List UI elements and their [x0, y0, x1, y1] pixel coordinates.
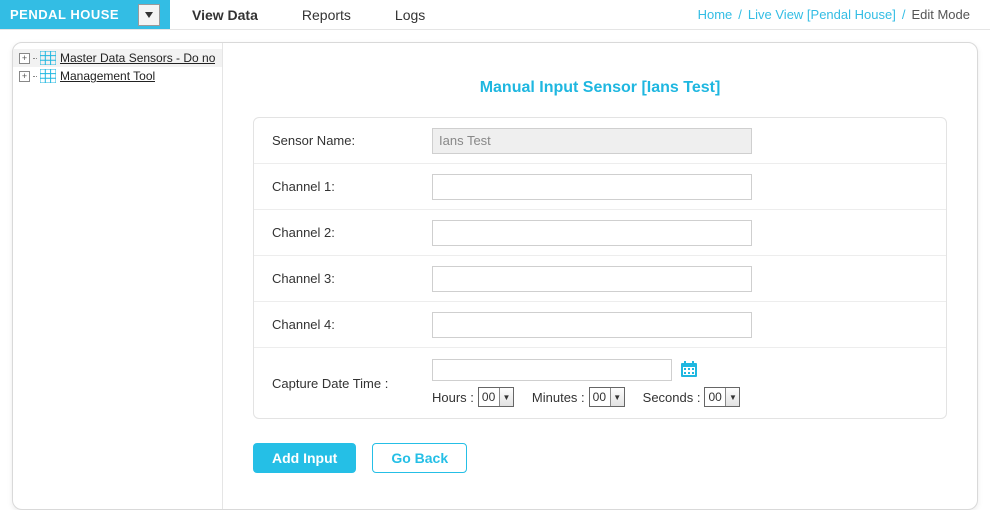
label-minutes: Minutes : [532, 390, 585, 405]
top-bar: PENDAL HOUSE View Data Reports Logs Home… [0, 0, 990, 30]
house-selector[interactable]: PENDAL HOUSE [0, 0, 170, 29]
row-channel-2: Channel 2: [254, 210, 946, 256]
select-seconds-value: 00 [708, 390, 721, 404]
label-channel-1: Channel 1: [272, 179, 432, 194]
label-capture-date-time: Capture Date Time : [272, 376, 432, 391]
add-input-button[interactable]: Add Input [253, 443, 356, 473]
nav-view-data[interactable]: View Data [170, 0, 280, 29]
input-capture-date[interactable] [432, 359, 672, 381]
input-channel-1[interactable] [432, 174, 752, 200]
breadcrumb-home[interactable]: Home [698, 7, 733, 22]
label-channel-4: Channel 4: [272, 317, 432, 332]
label-hours: Hours : [432, 390, 474, 405]
tree-item-label: Master Data Sensors - Do no [60, 51, 215, 65]
tree-connector [33, 76, 37, 77]
expand-icon[interactable]: + [19, 71, 30, 82]
chevron-down-icon: ▼ [499, 388, 513, 406]
tree-item-label: Management Tool [60, 69, 155, 83]
chevron-down-icon: ▼ [610, 388, 624, 406]
label-seconds: Seconds : [643, 390, 701, 405]
row-capture-date-time: Capture Date Time : [254, 348, 946, 418]
select-hours[interactable]: 00 ▼ [478, 387, 514, 407]
grid-icon [40, 69, 56, 83]
breadcrumb-sep: / [738, 7, 742, 22]
select-hours-value: 00 [482, 390, 495, 404]
sidebar-tree: + Master Data Sensors - Do no + [13, 43, 223, 509]
chevron-down-icon[interactable] [138, 4, 160, 26]
input-channel-3[interactable] [432, 266, 752, 292]
nav-logs[interactable]: Logs [373, 0, 447, 29]
content-panel: + Master Data Sensors - Do no + [12, 42, 978, 510]
row-channel-1: Channel 1: [254, 164, 946, 210]
house-selector-label: PENDAL HOUSE [10, 7, 119, 22]
row-channel-3: Channel 3: [254, 256, 946, 302]
main-area: Manual Input Sensor [Ians Test] Sensor N… [223, 43, 977, 509]
tree-item-master-data-sensors[interactable]: + Master Data Sensors - Do no [13, 49, 222, 67]
label-channel-2: Channel 2: [272, 225, 432, 240]
breadcrumb-current: Edit Mode [911, 7, 970, 22]
breadcrumb-sep: / [902, 7, 906, 22]
main-nav: View Data Reports Logs [170, 0, 447, 29]
input-channel-4[interactable] [432, 312, 752, 338]
form-buttons: Add Input Go Back [253, 443, 947, 473]
breadcrumb: Home / Live View [Pendal House] / Edit M… [698, 0, 970, 29]
grid-icon [40, 51, 56, 65]
tree-connector [33, 58, 37, 59]
chevron-down-icon: ▼ [725, 388, 739, 406]
label-channel-3: Channel 3: [272, 271, 432, 286]
tree-item-management-tool[interactable]: + Management Tool [13, 67, 222, 85]
label-sensor-name: Sensor Name: [272, 133, 432, 148]
input-channel-2[interactable] [432, 220, 752, 246]
input-sensor-name[interactable] [432, 128, 752, 154]
select-minutes[interactable]: 00 ▼ [589, 387, 625, 407]
go-back-button[interactable]: Go Back [372, 443, 467, 473]
row-sensor-name: Sensor Name: [254, 118, 946, 164]
expand-icon[interactable]: + [19, 53, 30, 64]
form-title: Manual Input Sensor [Ians Test] [253, 79, 947, 97]
nav-reports[interactable]: Reports [280, 0, 373, 29]
row-channel-4: Channel 4: [254, 302, 946, 348]
select-minutes-value: 00 [593, 390, 606, 404]
calendar-icon[interactable] [680, 360, 698, 381]
breadcrumb-live-view[interactable]: Live View [Pendal House] [748, 7, 896, 22]
sensor-form: Sensor Name: Channel 1: Channel 2: Chann… [253, 117, 947, 419]
select-seconds[interactable]: 00 ▼ [704, 387, 740, 407]
